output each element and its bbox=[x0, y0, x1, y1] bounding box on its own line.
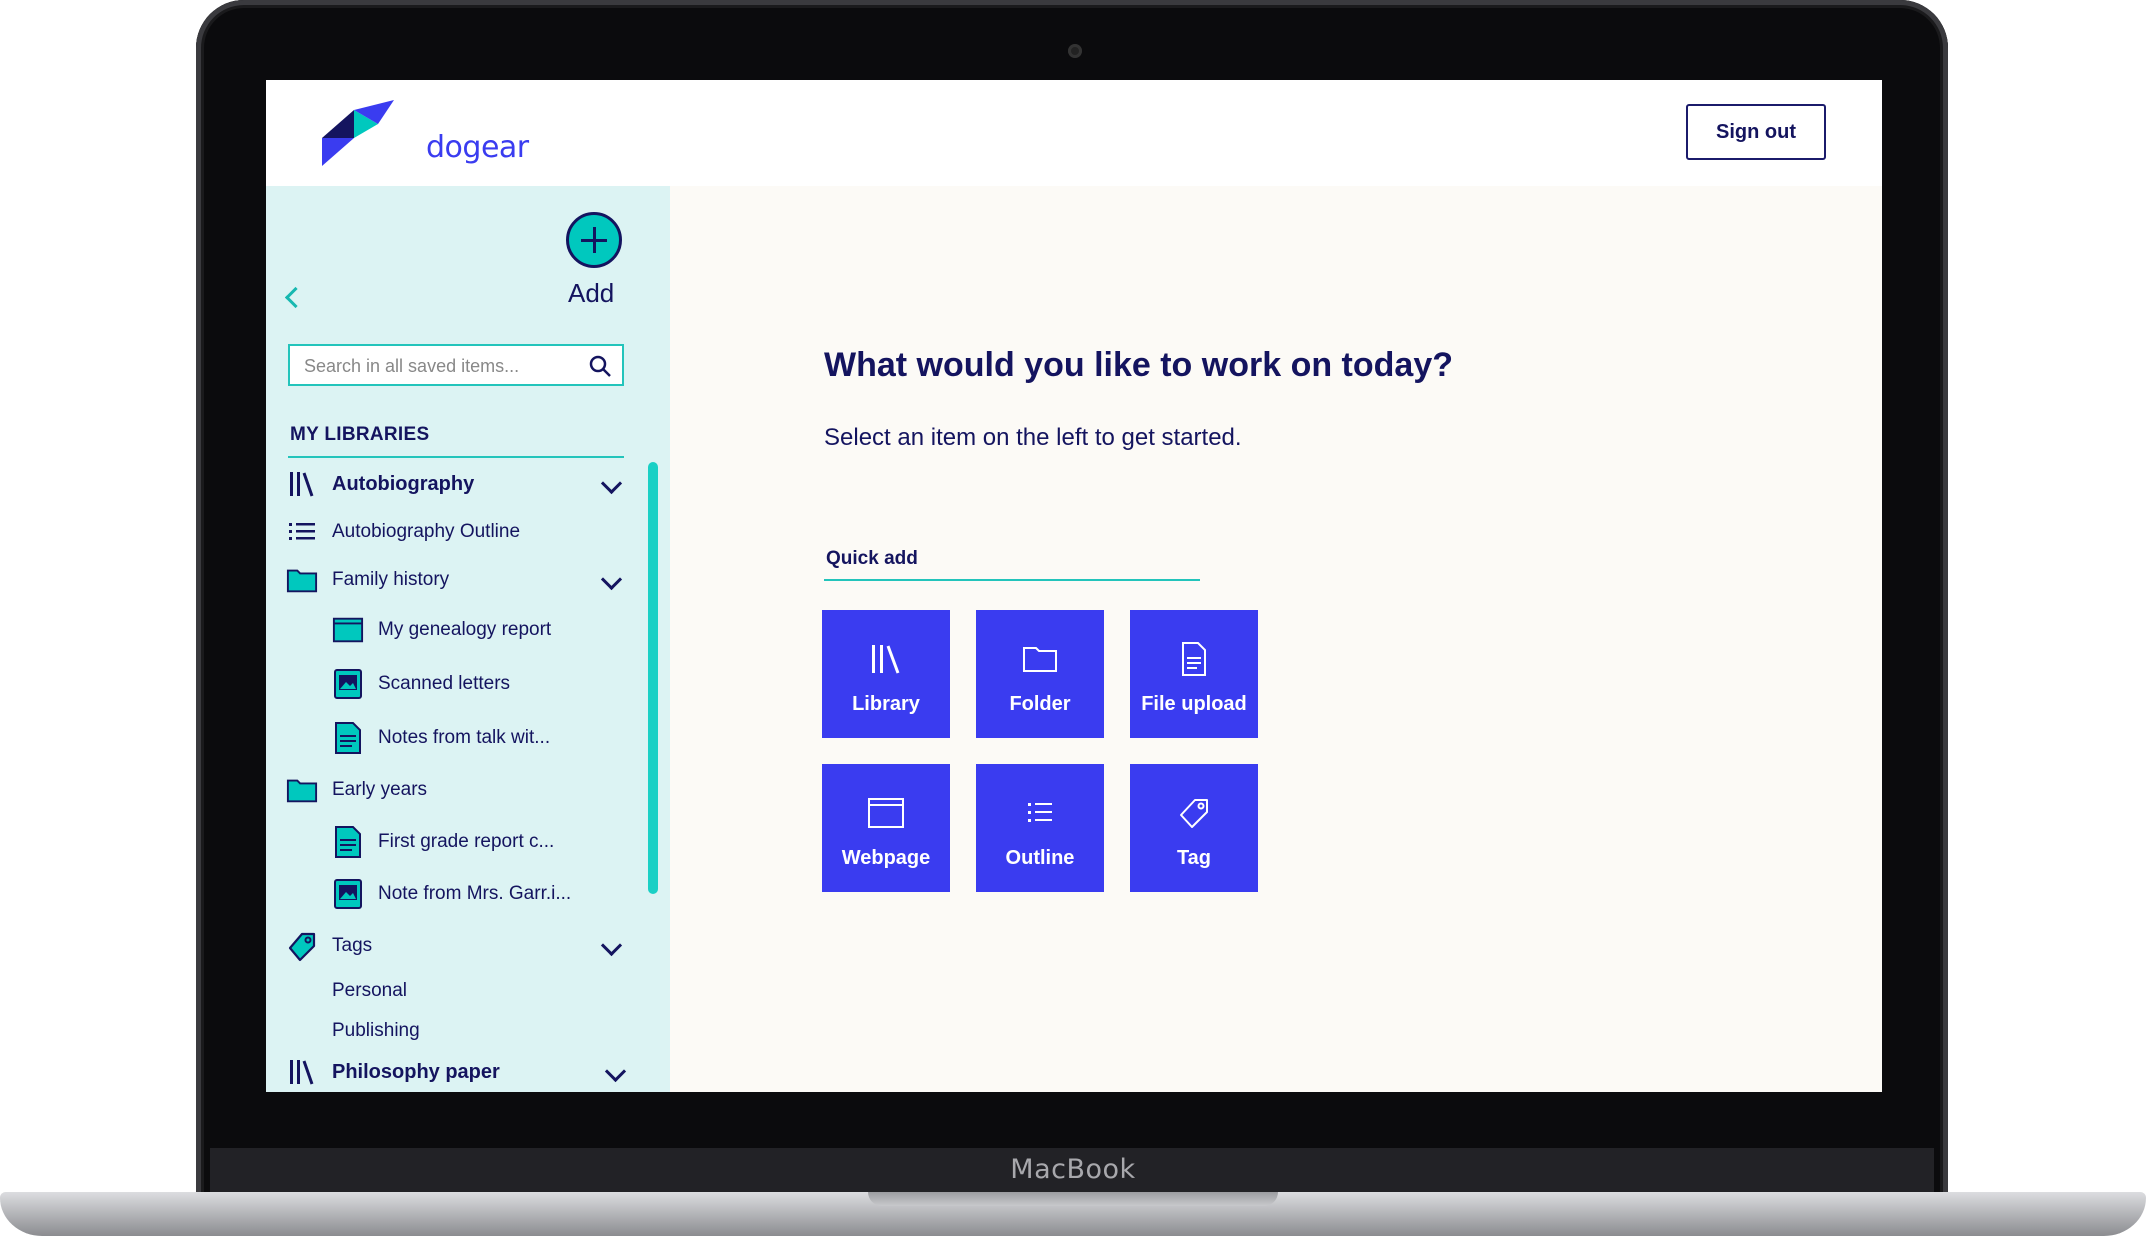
device-brand-label: MacBook bbox=[1010, 1154, 1136, 1185]
search-input[interactable] bbox=[302, 352, 576, 380]
libraries-divider bbox=[288, 456, 624, 458]
folder-item-label: Family history bbox=[332, 569, 450, 590]
quick-add-file-upload-button[interactable]: File upload bbox=[1130, 610, 1258, 738]
tile-label: File upload bbox=[1141, 692, 1247, 715]
tile-label: Folder bbox=[1009, 692, 1071, 715]
library-icon bbox=[286, 1056, 318, 1088]
file-item-label: Notes from talk wit... bbox=[378, 727, 551, 748]
folder-item-label: Early years bbox=[332, 779, 428, 800]
folder-icon bbox=[286, 774, 318, 806]
tag-icon bbox=[286, 930, 318, 962]
file-item-scanned-letters[interactable]: Scanned letters bbox=[332, 668, 510, 700]
image-file-icon bbox=[332, 668, 364, 700]
tile-label: Webpage bbox=[841, 846, 931, 869]
library-item-label: Philosophy paper bbox=[332, 1060, 500, 1083]
file-icon bbox=[1182, 641, 1206, 676]
my-libraries-title: MY LIBRARIES bbox=[290, 424, 430, 445]
library-icon bbox=[286, 468, 318, 500]
dogear-logo[interactable]: dogear bbox=[318, 96, 529, 172]
tile-label: Library bbox=[852, 692, 920, 715]
folder-item-early-years[interactable]: Early years bbox=[286, 774, 427, 806]
sidebar: Add MY LIBRARIES Autobiography bbox=[266, 186, 670, 1092]
library-item-label: Autobiography bbox=[332, 472, 475, 495]
outline-item-autobiography-outline[interactable]: Autobiography Outline bbox=[286, 516, 520, 548]
tag-item-personal[interactable]: Personal bbox=[332, 980, 407, 1002]
file-item-note-from-mrs-garr[interactable]: Note from Mrs. Garr.i... bbox=[332, 878, 571, 910]
outline-item-label: Autobiography Outline bbox=[332, 521, 521, 542]
chevron-down-icon[interactable] bbox=[604, 1060, 627, 1083]
document-icon bbox=[332, 722, 364, 754]
webpage-icon bbox=[868, 797, 904, 828]
quick-add-divider bbox=[824, 579, 1200, 581]
chevron-down-icon[interactable] bbox=[600, 934, 623, 957]
tile-label: Tag bbox=[1176, 846, 1212, 869]
folder-icon bbox=[286, 564, 318, 596]
page-subtitle: Select an item on the left to get starte… bbox=[824, 424, 1242, 451]
quick-add-folder-button[interactable]: Folder bbox=[976, 610, 1104, 738]
chevron-down-icon[interactable] bbox=[600, 472, 623, 495]
library-item-philosophy-paper[interactable]: Philosophy paper bbox=[286, 1056, 500, 1088]
file-item-label: First grade report c... bbox=[378, 831, 555, 852]
file-item-my-genealogy-report[interactable]: My genealogy report bbox=[332, 614, 551, 646]
add-label[interactable]: Add bbox=[568, 278, 614, 309]
app-header: dogear Sign out bbox=[266, 80, 1882, 186]
logo-text: dogear bbox=[426, 130, 529, 165]
search-icon[interactable] bbox=[588, 354, 612, 378]
file-item-label: Scanned letters bbox=[378, 673, 511, 694]
library-icon bbox=[872, 644, 900, 674]
folder-icon bbox=[1023, 646, 1057, 672]
tag-item-label: Publishing bbox=[332, 1020, 420, 1041]
logo-mark-icon bbox=[322, 100, 394, 166]
library-item-autobiography[interactable]: Autobiography bbox=[286, 468, 474, 500]
laptop-frame: MacBook dogear Sign out Add Search in al… bbox=[0, 0, 2146, 1236]
file-item-label: Note from Mrs. Garr.i... bbox=[378, 883, 572, 904]
document-icon bbox=[332, 826, 364, 858]
image-file-icon bbox=[332, 878, 364, 910]
tag-item-publishing[interactable]: Publishing bbox=[332, 1020, 420, 1042]
tags-label: Tags bbox=[332, 935, 373, 956]
file-item-notes-from-talk[interactable]: Notes from talk wit... bbox=[332, 722, 550, 754]
app-screen: dogear Sign out Add MY LIBRARIES bbox=[266, 80, 1882, 1092]
quick-add-label: Quick add bbox=[826, 548, 918, 569]
add-button[interactable] bbox=[566, 212, 622, 268]
folder-item-family-history[interactable]: Family history bbox=[286, 564, 449, 596]
tag-icon bbox=[1180, 798, 1208, 828]
laptop-notch bbox=[868, 1192, 1278, 1206]
tag-item-label: Personal bbox=[332, 980, 407, 1001]
quick-add-outline-button[interactable]: Outline bbox=[976, 764, 1104, 892]
search-box[interactable] bbox=[288, 344, 624, 386]
quick-add-library-button[interactable]: Library bbox=[822, 610, 950, 738]
outline-icon bbox=[286, 516, 318, 548]
tags-item[interactable]: Tags bbox=[286, 930, 372, 962]
sign-out-button[interactable]: Sign out bbox=[1686, 104, 1826, 160]
tile-label: Outline bbox=[1005, 846, 1075, 869]
page-title: What would you like to work on today? bbox=[824, 346, 1453, 384]
camera bbox=[1068, 44, 1082, 58]
outline-icon bbox=[1028, 802, 1052, 822]
chevron-down-icon[interactable] bbox=[600, 568, 623, 591]
file-item-first-grade-report[interactable]: First grade report c... bbox=[332, 826, 554, 858]
collapse-sidebar-chevron-icon[interactable] bbox=[284, 286, 307, 309]
file-item-label: My genealogy report bbox=[378, 619, 552, 640]
webpage-icon bbox=[332, 614, 364, 646]
quick-add-tag-button[interactable]: Tag bbox=[1130, 764, 1258, 892]
sidebar-scrollbar[interactable] bbox=[648, 462, 658, 894]
quick-add-webpage-button[interactable]: Webpage bbox=[822, 764, 950, 892]
